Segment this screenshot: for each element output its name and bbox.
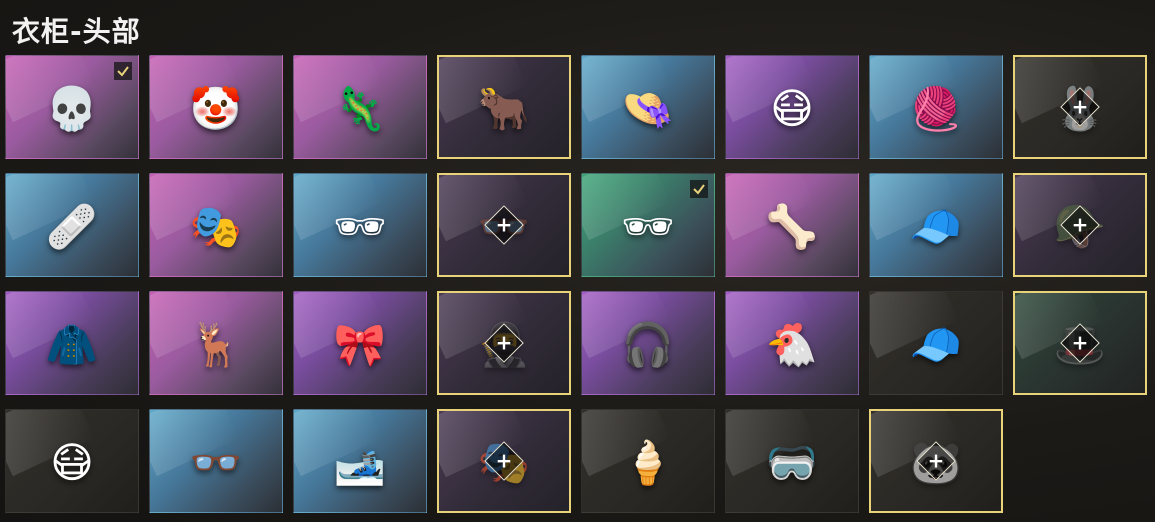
chicken-mask-icon: 🐔 xyxy=(765,320,819,370)
cat-ear-headband-icon: 🎀 xyxy=(333,320,387,370)
plus-icon: + xyxy=(495,448,513,473)
equipped-check-icon xyxy=(690,180,708,198)
equipped-check-icon xyxy=(114,62,132,80)
bucket-hat-item[interactable]: 👒 xyxy=(581,55,715,159)
pilot-cap-headset-icon: 🎧 xyxy=(621,320,675,370)
black-hood-slot[interactable]: 🥷+ xyxy=(437,291,571,395)
black-face-mask-item[interactable]: 😷 xyxy=(5,409,139,513)
chicken-mask-item[interactable]: 🐔 xyxy=(725,291,859,395)
plus-icon: + xyxy=(495,330,513,355)
white-sunglasses-icon: 🕶 xyxy=(621,202,675,252)
bunny-hood-slot[interactable]: 🐰+ xyxy=(1013,55,1147,159)
clown-mask-icon: 🤡 xyxy=(189,84,243,134)
neon-gas-mask-icon: 🎭 xyxy=(189,202,243,252)
black-cap-icon: 🧢 xyxy=(909,320,963,370)
black-theater-mask-slot[interactable]: 🎭+ xyxy=(437,409,571,513)
rasta-beanie-item[interactable]: 🧶 xyxy=(869,55,1003,159)
gold-skull-mask-icon: 💀 xyxy=(45,84,99,134)
pink-sleep-mask-icon: 🩹 xyxy=(45,202,99,252)
reindeer-mask-icon: 🦌 xyxy=(189,320,243,370)
sport-sunglasses-icon: 🕶 xyxy=(333,202,387,252)
bone-face-mask-item[interactable]: 😷 xyxy=(725,55,859,159)
bull-helmet-item[interactable]: 🐂 xyxy=(437,55,571,159)
sport-sunglasses-item[interactable]: 🕶 xyxy=(293,173,427,277)
clown-mask-item[interactable]: 🤡 xyxy=(149,55,283,159)
red-cap-item[interactable]: 🧢 xyxy=(869,173,1003,277)
wardrobe-item-grid: 💀 🤡 🦎 🐂 👒 😷 🧶 🐰+ 🩹 🎭 🕶 👓+ 🕶 🦴 🧢 🪖+ 🧥 🦌 🎀 🥷+ 🎧 🐔 🧢 🎩+ 😷 👓 🎿 🎭+ 🍦 🥽 🐼+ xyxy=(5,55,1147,513)
pilot-cap-headset-item[interactable]: 🎧 xyxy=(581,291,715,395)
neon-gas-mask-item[interactable]: 🎭 xyxy=(149,173,283,277)
black-hood-item[interactable]: 🧥 xyxy=(5,291,139,395)
reindeer-mask-item[interactable]: 🦌 xyxy=(149,291,283,395)
plus-icon: + xyxy=(1071,212,1089,237)
black-beanie-item[interactable]: 🎿 xyxy=(293,409,427,513)
red-cap-icon: 🧢 xyxy=(909,202,963,252)
lizard-mask-item[interactable]: 🦎 xyxy=(293,55,427,159)
black-beanie-icon: 🎿 xyxy=(333,438,387,488)
rasta-beanie-icon: 🧶 xyxy=(909,84,963,134)
dark-goggles-item[interactable]: 🥽 xyxy=(725,409,859,513)
pink-sleep-mask-item[interactable]: 🩹 xyxy=(5,173,139,277)
plus-icon: + xyxy=(927,448,945,473)
bucket-hat-icon: 👒 xyxy=(621,84,675,134)
black-glasses-icon: 👓 xyxy=(189,438,243,488)
white-sunglasses-item[interactable]: 🕶 xyxy=(581,173,715,277)
black-hood-icon: 🧥 xyxy=(45,320,99,370)
panda-hood-slot[interactable]: 🐼+ xyxy=(869,409,1003,513)
bone-face-mask-icon: 😷 xyxy=(770,84,814,134)
black-glasses-item[interactable]: 👓 xyxy=(149,409,283,513)
dark-goggles-icon: 🥽 xyxy=(765,438,819,488)
lizard-mask-icon: 🦎 xyxy=(333,84,387,134)
black-visor-slot[interactable]: 🎩+ xyxy=(1013,291,1147,395)
black-face-mask-icon: 😷 xyxy=(50,438,94,488)
ice-cream-hat-item[interactable]: 🍦 xyxy=(581,409,715,513)
plus-icon: + xyxy=(1071,94,1089,119)
gold-skull-mask-item[interactable]: 💀 xyxy=(5,55,139,159)
plus-icon: + xyxy=(1071,330,1089,355)
spine-headpiece-icon: 🦴 xyxy=(765,202,819,252)
bull-helmet-icon: 🐂 xyxy=(477,84,531,133)
cat-ear-headband-item[interactable]: 🎀 xyxy=(293,291,427,395)
red-glasses-slot[interactable]: 👓+ xyxy=(437,173,571,277)
plus-icon: + xyxy=(495,212,513,237)
ice-cream-hat-icon: 🍦 xyxy=(621,438,675,488)
spine-headpiece-item[interactable]: 🦴 xyxy=(725,173,859,277)
camo-helmet-slot[interactable]: 🪖+ xyxy=(1013,173,1147,277)
wardrobe-title: 衣柜-头部 xyxy=(12,15,141,48)
black-cap-item[interactable]: 🧢 xyxy=(869,291,1003,395)
